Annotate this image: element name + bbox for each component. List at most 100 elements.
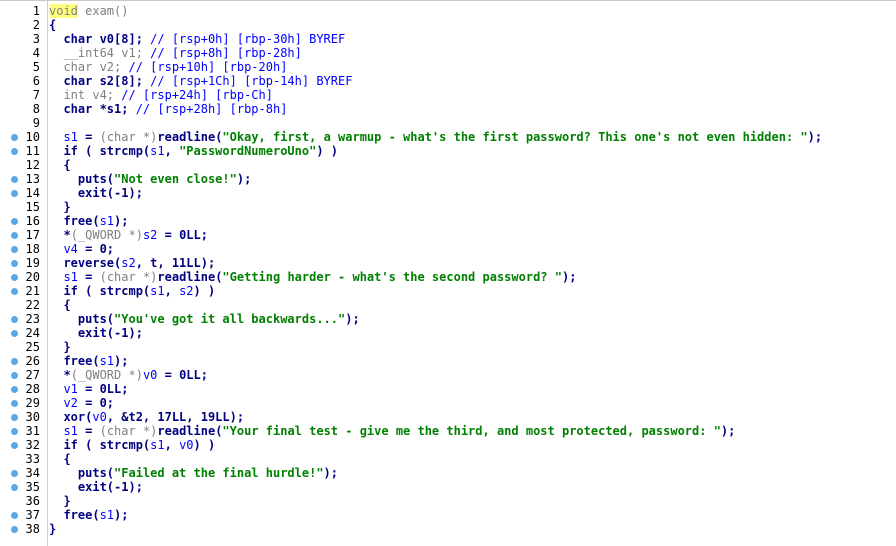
statement-dot-icon[interactable] xyxy=(11,330,18,337)
code-line[interactable]: 14 exit(-1); xyxy=(0,186,896,200)
code-line[interactable]: 16 free(s1); xyxy=(0,214,896,228)
code-line[interactable]: 15 } xyxy=(0,200,896,214)
code-token: char v2; xyxy=(49,60,129,74)
line-number: 2 xyxy=(32,18,40,32)
code-line[interactable]: 10 s1 = (char *)readline("Okay, first, a… xyxy=(0,130,896,144)
code-text: void exam() xyxy=(49,4,128,18)
statement-dot-icon[interactable] xyxy=(11,470,18,477)
code-line[interactable]: 2{ xyxy=(0,18,896,32)
statement-dot-icon[interactable] xyxy=(11,246,18,253)
code-line[interactable]: 1 void exam() xyxy=(0,4,896,18)
variable-name: s1 xyxy=(63,130,78,144)
code-line[interactable]: 6 char s2[8]; // [rsp+1Ch] [rbp-14h] BYR… xyxy=(0,74,896,88)
code-line[interactable]: 38} xyxy=(0,522,896,536)
code-text: { xyxy=(49,18,56,32)
code-line[interactable]: 30 xor(v0, &t2, 17LL, 19LL); xyxy=(0,410,896,424)
code-line[interactable]: 18 v4 = 0; xyxy=(0,242,896,256)
statement-dot-icon[interactable] xyxy=(11,414,18,421)
code-line[interactable]: 22 { xyxy=(0,298,896,312)
code-token: free( xyxy=(49,354,100,368)
code-line[interactable]: 20 s1 = (char *)readline("Getting harder… xyxy=(0,270,896,284)
statement-dot-icon[interactable] xyxy=(11,134,18,141)
variable-name: v0 xyxy=(179,438,194,452)
variable-name: s1 xyxy=(150,284,165,298)
code-line[interactable]: 33 { xyxy=(0,452,896,466)
code-line[interactable]: 35 exit(-1); xyxy=(0,480,896,494)
code-token: * xyxy=(49,368,71,382)
code-line[interactable]: 8 char *s1; // [rsp+28h] [rbp-8h] xyxy=(0,102,896,116)
code-line[interactable]: 19 reverse(s2, t, 11LL); xyxy=(0,256,896,270)
code-text: xor(v0, &t2, 17LL, 19LL); xyxy=(49,410,244,424)
line-number: 37 xyxy=(25,508,40,522)
statement-dot-icon[interactable] xyxy=(11,218,18,225)
code-text: exit(-1); xyxy=(49,326,143,340)
code-line[interactable]: 3 char v0[8]; // [rsp+0h] [rbp-30h] BYRE… xyxy=(0,32,896,46)
code-line[interactable]: 34 puts("Failed at the final hurdle!"); xyxy=(0,466,896,480)
code-text: v2 = 0; xyxy=(49,396,114,410)
statement-dot-icon[interactable] xyxy=(11,190,18,197)
statement-dot-icon[interactable] xyxy=(11,484,18,491)
statement-dot-icon[interactable] xyxy=(11,400,18,407)
code-line[interactable]: 13 puts("Not even close!"); xyxy=(0,172,896,186)
line-number: 25 xyxy=(25,340,40,354)
line-number: 14 xyxy=(25,186,40,200)
code-token: reverse( xyxy=(49,256,122,270)
code-line[interactable]: 5 char v2; // [rsp+10h] [rbp-20h] xyxy=(0,60,896,74)
code-line[interactable]: 36 } xyxy=(0,494,896,508)
comment: // [rsp+1Ch] [rbp-14h] BYREF xyxy=(150,74,353,88)
statement-dot-icon[interactable] xyxy=(11,358,18,365)
line-number: 19 xyxy=(25,256,40,270)
code-line[interactable]: 28 v1 = 0LL; xyxy=(0,382,896,396)
statement-dot-icon[interactable] xyxy=(11,442,18,449)
code-line[interactable]: 9 xyxy=(0,116,896,130)
code-line[interactable]: 31 s1 = (char *)readline("Your final tes… xyxy=(0,424,896,438)
statement-dot-icon[interactable] xyxy=(11,386,18,393)
variable-name: s2 xyxy=(179,284,194,298)
variable-name: s2 xyxy=(121,256,136,270)
variable-name: v1 xyxy=(63,382,78,396)
code-text: s1 = (char *)readline("Your final test -… xyxy=(49,424,735,438)
code-token: ); xyxy=(114,214,129,228)
statement-dot-icon[interactable] xyxy=(11,372,18,379)
code-token: ); xyxy=(345,312,360,326)
code-line[interactable]: 24 exit(-1); xyxy=(0,326,896,340)
line-number: 32 xyxy=(25,438,40,452)
statement-dot-icon[interactable] xyxy=(11,232,18,239)
code-line[interactable]: 12 { xyxy=(0,158,896,172)
variable-name: v0 xyxy=(142,368,158,382)
code-line[interactable]: 17 *(_QWORD *)s2 = 0LL; xyxy=(0,228,896,242)
code-line[interactable]: 4 __int64 v1; // [rsp+8h] [rbp-28h] xyxy=(0,46,896,60)
code-line[interactable]: 29 v2 = 0; xyxy=(0,396,896,410)
statement-dot-icon[interactable] xyxy=(11,260,18,267)
pseudocode-editor[interactable]: 1 void exam() 2{3 char v0[8]; // [rsp+0h] … xyxy=(0,0,896,546)
code-token: ) ) xyxy=(193,284,216,298)
code-line[interactable]: 32 if ( strcmp(s1, v0) ) xyxy=(0,438,896,452)
code-token: } xyxy=(49,200,71,214)
line-number: 15 xyxy=(25,200,40,214)
statement-dot-icon[interactable] xyxy=(11,148,18,155)
code-text: exit(-1); xyxy=(49,186,143,200)
code-line[interactable]: 21 if ( strcmp(s1, s2) ) xyxy=(0,284,896,298)
statement-dot-icon[interactable] xyxy=(11,176,18,183)
code-line[interactable]: 23 puts("You've got it all backwards..."… xyxy=(0,312,896,326)
code-line[interactable]: 11 if ( strcmp(s1, "PasswordNumeroUno") … xyxy=(0,144,896,158)
code-token: = 0; xyxy=(77,242,115,256)
statement-dot-icon[interactable] xyxy=(11,428,18,435)
code-line[interactable]: 7 int v4; // [rsp+24h] [rbp-Ch] xyxy=(0,88,896,102)
code-line[interactable]: 26 free(s1); xyxy=(0,354,896,368)
statement-dot-icon[interactable] xyxy=(11,288,18,295)
code-token: } xyxy=(49,494,71,508)
statement-dot-icon[interactable] xyxy=(11,274,18,281)
code-text: { xyxy=(49,158,70,172)
statement-dot-icon[interactable] xyxy=(11,526,18,533)
code-text: free(s1); xyxy=(49,354,128,368)
code-line[interactable]: 25 } xyxy=(0,340,896,354)
code-text: } xyxy=(49,340,70,354)
statement-dot-icon[interactable] xyxy=(11,316,18,323)
code-line[interactable]: 37 free(s1); xyxy=(0,508,896,522)
code-line[interactable]: 27 *(_QWORD *)v0 = 0LL; xyxy=(0,368,896,382)
comment: // [rsp+28h] [rbp-8h] xyxy=(135,102,288,116)
statement-dot-icon[interactable] xyxy=(11,512,18,519)
